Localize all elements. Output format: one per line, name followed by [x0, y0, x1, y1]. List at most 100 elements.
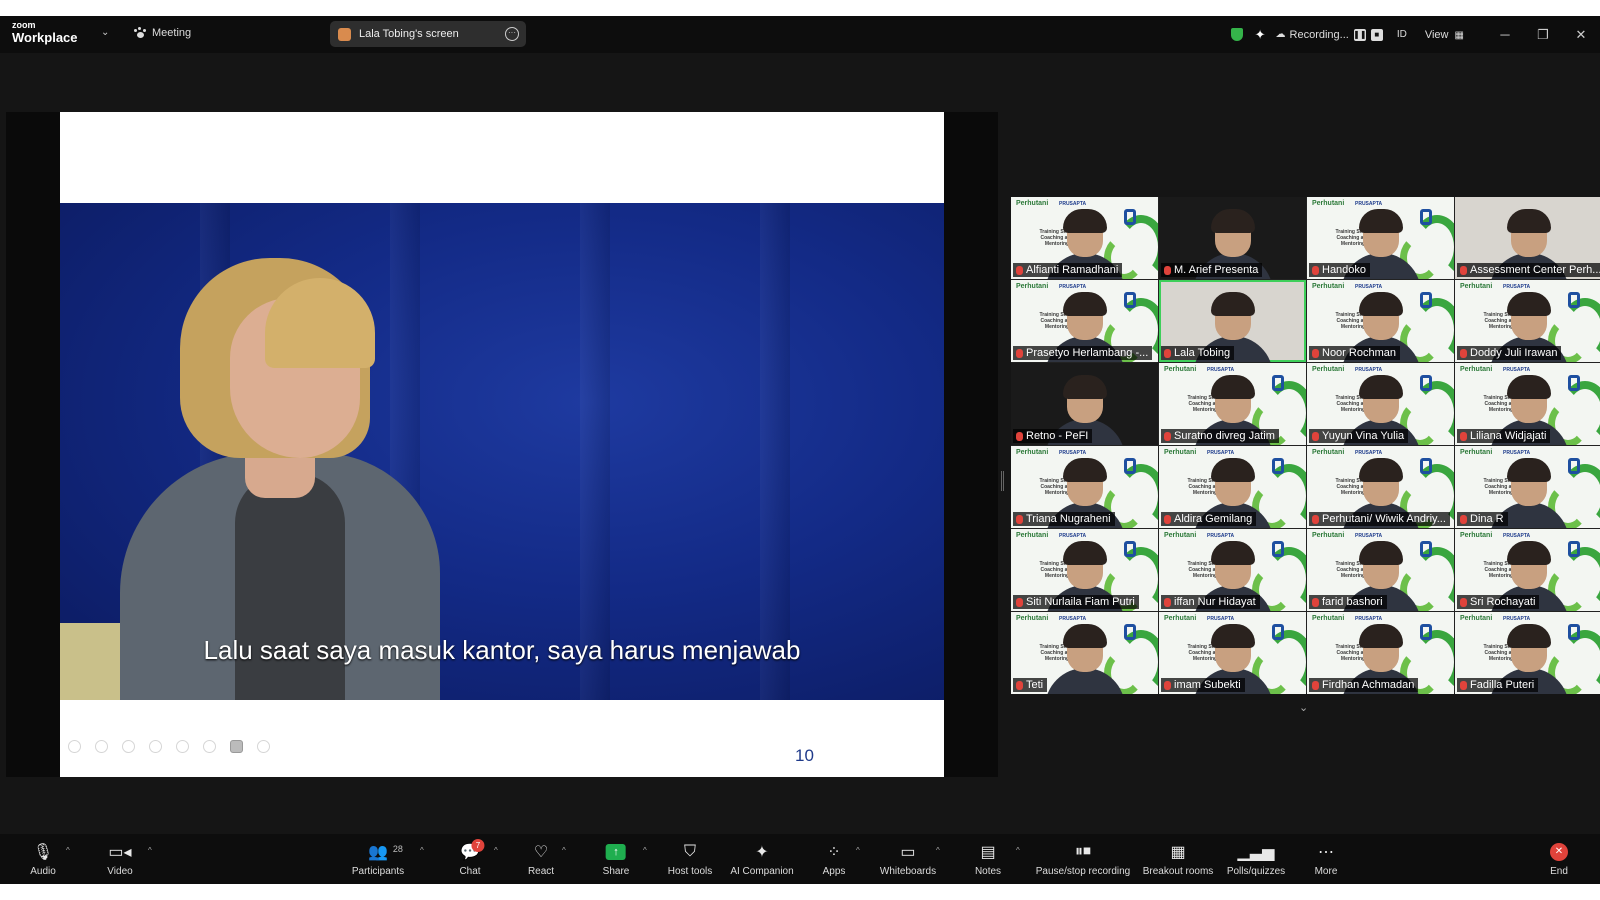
- whiteboard-icon: ▭: [900, 844, 916, 861]
- share-options-chevron-icon[interactable]: ^: [643, 846, 647, 855]
- chat-options-chevron-icon[interactable]: ^: [494, 846, 498, 855]
- muted-mic-icon: [1460, 514, 1467, 524]
- bar-chart-icon: ▁▃▅: [1237, 844, 1275, 861]
- gallery-next-page-icon[interactable]: ⌄: [1299, 701, 1308, 714]
- participant-tile[interactable]: Perhutani PRUSAPTA Training Smart Coaching…: [1455, 363, 1600, 445]
- participant-tile[interactable]: Retno - PeFI: [1011, 363, 1158, 445]
- pause-recording-label: Pause/stop recording: [1035, 866, 1131, 877]
- participant-count: 28: [392, 844, 403, 854]
- pause-recording-icon[interactable]: ❚❚: [1353, 28, 1367, 41]
- meeting-id-label[interactable]: ID: [1397, 29, 1407, 40]
- participant-tile[interactable]: Perhutani PRUSAPTA Training Smart Coaching…: [1159, 446, 1306, 528]
- next-slide-icon[interactable]: [95, 740, 108, 753]
- shared-screen: Lalu saat saya masuk kantor, saya harus …: [6, 112, 998, 777]
- share-button[interactable]: ↑ Share: [603, 842, 629, 877]
- audio-button[interactable]: 🎙 Audio: [30, 842, 56, 877]
- participant-hair: [1211, 458, 1255, 482]
- participant-tile[interactable]: Perhutani PRUSAPTA Training Smart Coaching…: [1011, 197, 1158, 279]
- ai-companion-button[interactable]: ✦ AI Companion: [730, 842, 793, 877]
- banner-square: [1420, 541, 1432, 557]
- participant-tile[interactable]: Perhutani PRUSAPTA Training Smart Coaching…: [1307, 529, 1454, 611]
- banner-square: [1420, 624, 1432, 640]
- partner-logo: PRUSAPTA: [1355, 616, 1383, 622]
- chevron-down-icon[interactable]: ⌄: [101, 27, 109, 38]
- banner-square: [1272, 458, 1284, 474]
- react-button[interactable]: ♡ React: [528, 842, 554, 877]
- participant-tile[interactable]: Perhutani PRUSAPTA Training Smart Coaching…: [1455, 612, 1600, 694]
- participant-tile[interactable]: Perhutani PRUSAPTA Training Smart Coaching…: [1159, 363, 1306, 445]
- split-handle[interactable]: [1001, 471, 1004, 491]
- slides-icon[interactable]: [149, 740, 162, 753]
- apps-button[interactable]: ⁘ Apps: [823, 842, 846, 877]
- end-button[interactable]: ✕ End: [1550, 842, 1568, 877]
- participant-tile[interactable]: Perhutani PRUSAPTA Training Smart Coaching…: [1307, 363, 1454, 445]
- restore-icon[interactable]: ❐: [1524, 27, 1562, 43]
- participant-tile[interactable]: M. Arief Presenta: [1159, 197, 1306, 279]
- participant-tile[interactable]: Assessment Center Perh...: [1455, 197, 1600, 279]
- participant-tile[interactable]: Perhutani PRUSAPTA Training Smart Coaching…: [1455, 446, 1600, 528]
- notes-button[interactable]: ▤ Notes: [975, 842, 1001, 877]
- muted-mic-icon: [1312, 680, 1319, 690]
- participant-tile[interactable]: Perhutani PRUSAPTA Training Smart Coaching…: [1455, 280, 1600, 362]
- partner-logo: PRUSAPTA: [1059, 533, 1087, 539]
- presentation-slide: Lalu saat saya masuk kantor, saya harus …: [60, 112, 944, 777]
- breakout-rooms-button[interactable]: ▦ Breakout rooms: [1143, 842, 1214, 877]
- stop-recording-icon[interactable]: ■: [1370, 28, 1383, 41]
- participant-tile[interactable]: Lala Tobing: [1159, 280, 1306, 362]
- security-shield-icon[interactable]: [1230, 28, 1243, 41]
- notes-options-chevron-icon[interactable]: ^: [1016, 846, 1020, 855]
- perhutani-logo: Perhutani: [1164, 532, 1197, 539]
- pause-stop-recording-button[interactable]: ⏸⏹ Pause/stop recording: [1036, 842, 1131, 877]
- polls-button[interactable]: ▁▃▅ Polls/quizzes: [1227, 842, 1285, 877]
- more-options-icon[interactable]: ···: [505, 27, 519, 41]
- video-options-chevron-icon[interactable]: ^: [148, 846, 152, 855]
- microphone-icon: 🎙: [32, 844, 54, 861]
- audio-options-chevron-icon[interactable]: ^: [66, 846, 70, 855]
- pen-icon[interactable]: [122, 740, 135, 753]
- participant-hair: [1359, 292, 1403, 316]
- participant-tile[interactable]: Perhutani PRUSAPTA Training Smart Coaching…: [1307, 612, 1454, 694]
- participant-tile[interactable]: Perhutani PRUSAPTA Training Smart Coaching…: [1307, 197, 1454, 279]
- screen-share-indicator[interactable]: Lala Tobing's screen ···: [330, 21, 526, 47]
- participant-hair: [1507, 541, 1551, 565]
- react-options-chevron-icon[interactable]: ^: [562, 846, 566, 855]
- apps-options-chevron-icon[interactable]: ^: [856, 846, 860, 855]
- participant-tile[interactable]: Perhutani PRUSAPTA Training Smart Coaching…: [1011, 446, 1158, 528]
- notes-icon: ▤: [980, 844, 996, 861]
- participant-tile[interactable]: Perhutani PRUSAPTA Training Smart Coaching…: [1159, 529, 1306, 611]
- partner-logo: PRUSAPTA: [1503, 450, 1531, 456]
- notes-label: Notes: [974, 866, 1002, 877]
- meeting-menu[interactable]: Meeting: [134, 27, 191, 39]
- view-button[interactable]: View ▦: [1425, 29, 1464, 41]
- partner-logo: PRUSAPTA: [1355, 201, 1383, 207]
- muted-mic-icon: [1016, 348, 1023, 358]
- whiteboards-options-chevron-icon[interactable]: ^: [936, 846, 940, 855]
- participant-tile[interactable]: Perhutani PRUSAPTA Training Smart Coaching…: [1011, 612, 1158, 694]
- ai-sparkle-icon[interactable]: ✦: [1255, 27, 1266, 43]
- whiteboards-button[interactable]: ▭ Whiteboards: [880, 842, 936, 877]
- zoom-icon[interactable]: [176, 740, 189, 753]
- participant-tile[interactable]: Perhutani PRUSAPTA Training Smart Coaching…: [1011, 280, 1158, 362]
- apps-label: Apps: [822, 866, 846, 877]
- previous-slide-icon[interactable]: [68, 740, 81, 753]
- slide-video: Lalu saat saya masuk kantor, saya harus …: [60, 203, 944, 700]
- host-tools-button[interactable]: ⛉ Host tools: [668, 842, 712, 877]
- camera-icon[interactable]: [230, 740, 243, 753]
- video-button[interactable]: ▭◂ Video: [107, 842, 132, 877]
- zoom-logo[interactable]: zoom Workplace: [12, 21, 78, 45]
- participant-tile[interactable]: Perhutani PRUSAPTA Training Smart Coaching…: [1011, 529, 1158, 611]
- participant-tile[interactable]: Perhutani PRUSAPTA Training Smart Coaching…: [1307, 446, 1454, 528]
- participants-button[interactable]: 👥 28 Participants: [352, 842, 404, 877]
- slide-more-icon[interactable]: [257, 740, 270, 753]
- participant-tile[interactable]: Perhutani PRUSAPTA Training Smart Coaching…: [1307, 280, 1454, 362]
- minimize-icon[interactable]: ─: [1486, 27, 1524, 42]
- close-icon[interactable]: ✕: [1562, 27, 1600, 43]
- participant-tile[interactable]: Perhutani PRUSAPTA Training Smart Coaching…: [1455, 529, 1600, 611]
- more-button[interactable]: ⋯ More: [1315, 842, 1338, 877]
- participant-tile[interactable]: Perhutani PRUSAPTA Training Smart Coaching…: [1159, 612, 1306, 694]
- partner-logo: PRUSAPTA: [1503, 533, 1531, 539]
- chat-button[interactable]: 💬 7 Chat: [459, 839, 485, 877]
- participants-options-chevron-icon[interactable]: ^: [420, 846, 424, 855]
- participant-hair: [1211, 209, 1255, 233]
- subtitles-icon[interactable]: [203, 740, 216, 753]
